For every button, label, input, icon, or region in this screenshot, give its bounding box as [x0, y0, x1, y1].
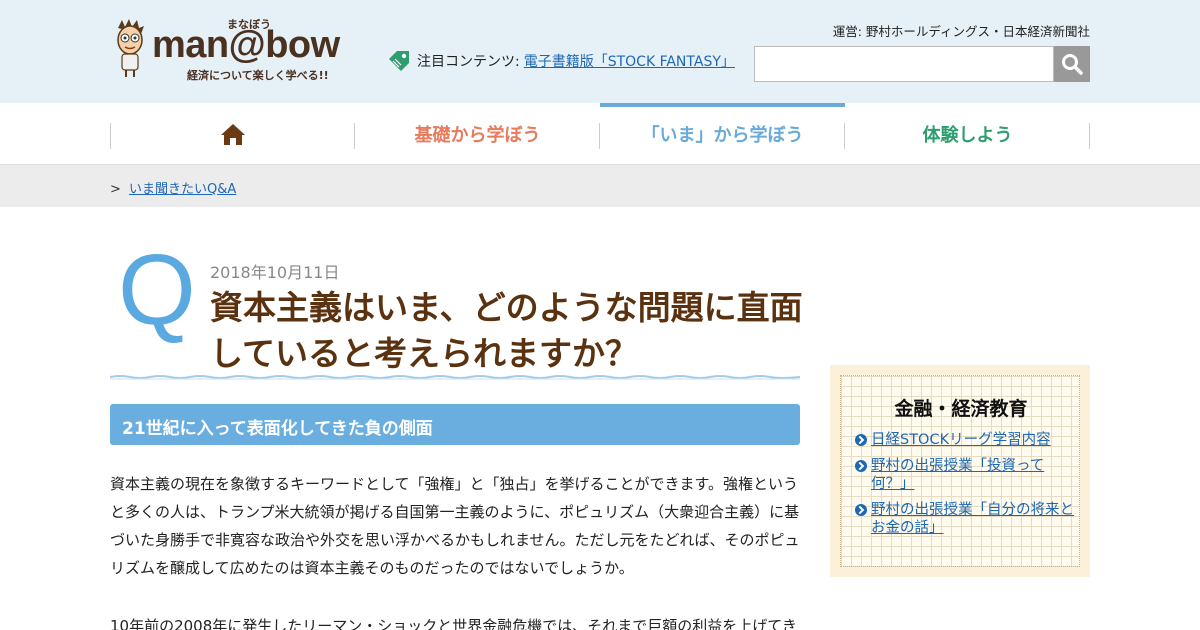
- tag-icon: [389, 51, 409, 71]
- operator-text: 運営: 野村ホールディングス・日本経済新聞社: [832, 24, 1090, 39]
- sidebar-link-investing-class[interactable]: 野村の出張授業「投資って何？」: [871, 457, 1075, 493]
- breadcrumb: > いま聞きたいQ&A: [110, 178, 236, 197]
- article-date: 2018年10月11日: [210, 263, 340, 282]
- sidebar-link-stock-league[interactable]: 日経STOCKリーグ学習内容: [871, 431, 1051, 449]
- nav-divider: [1089, 123, 1090, 149]
- sidebar-education-panel: 金融・経済教育 日経STOCKリーグ学習内容 野村の出張授業「投資って何？」 野…: [840, 375, 1080, 567]
- search-input[interactable]: [754, 46, 1054, 82]
- sidebar-education-box: 金融・経済教育 日経STOCKリーグ学習内容 野村の出張授業「投資って何？」 野…: [830, 365, 1090, 577]
- logo-tagline: 経済について楽しく学べる!!: [187, 69, 329, 82]
- search-button[interactable]: [1054, 46, 1090, 82]
- featured-link[interactable]: 電子書籍版「STOCK FANTASY」: [524, 51, 735, 71]
- list-item: 日経STOCKリーグ学習内容: [855, 431, 1075, 449]
- main-nav: 基礎から学ぼう 「いま」から学ぼう 体験しよう: [0, 103, 1200, 165]
- mascot-icon: [117, 19, 144, 77]
- breadcrumb-bar: > いま聞きたいQ&A: [0, 165, 1200, 207]
- title-underline: [110, 375, 800, 380]
- arrow-circle-icon: [855, 504, 867, 516]
- list-item: 野村の出張授業「自分の将来とお金の話」: [855, 501, 1075, 537]
- site-logo[interactable]: まなぼう man@bow 経済について楽しく学べる!!: [112, 14, 347, 84]
- search-icon: [1062, 54, 1083, 75]
- article-paragraph: 10年前の2008年に発生したリーマン・ショックと世界金融危機では、それまで巨額…: [110, 617, 797, 630]
- question-mark-q: Q: [118, 234, 196, 346]
- sidebar-link-list: 日経STOCKリーグ学習内容 野村の出張授業「投資って何？」 野村の出張授業「自…: [855, 431, 1075, 545]
- arrow-circle-icon: [855, 434, 867, 446]
- logo-wordmark: man@bow: [152, 24, 340, 66]
- arrow-circle-icon: [855, 460, 867, 472]
- article-paragraph: 資本主義の現在を象徴するキーワードとして「強権」と「独占」を挙げることができます…: [110, 475, 800, 577]
- breadcrumb-link-qa[interactable]: いま聞きたいQ&A: [129, 182, 236, 197]
- search-form: [754, 46, 1090, 82]
- site-header: まなぼう man@bow 経済について楽しく学べる!! 運営: 野村ホールディン…: [0, 0, 1200, 103]
- nav-current-topics[interactable]: 「いま」から学ぼう: [600, 103, 845, 164]
- nav-experience[interactable]: 体験しよう: [845, 103, 1090, 164]
- sidebar-link-money-class[interactable]: 野村の出張授業「自分の将来とお金の話」: [871, 501, 1075, 537]
- list-item: 野村の出張授業「投資って何？」: [855, 457, 1075, 493]
- article-title: 資本主義はいま、どのような問題に直面していると考えられますか？: [210, 288, 803, 373]
- nav-home[interactable]: [110, 103, 355, 164]
- section-heading: 21世紀に入って表面化してきた負の側面: [110, 404, 800, 445]
- nav-basics[interactable]: 基礎から学ぼう: [355, 103, 600, 164]
- featured-label: 注目コンテンツ:: [417, 54, 520, 70]
- sidebar-title: 金融・経済教育: [894, 398, 1028, 420]
- featured-content: 注目コンテンツ: 電子書籍版「STOCK FANTASY」: [386, 48, 735, 74]
- home-icon: [220, 123, 245, 145]
- breadcrumb-separator: >: [110, 182, 121, 197]
